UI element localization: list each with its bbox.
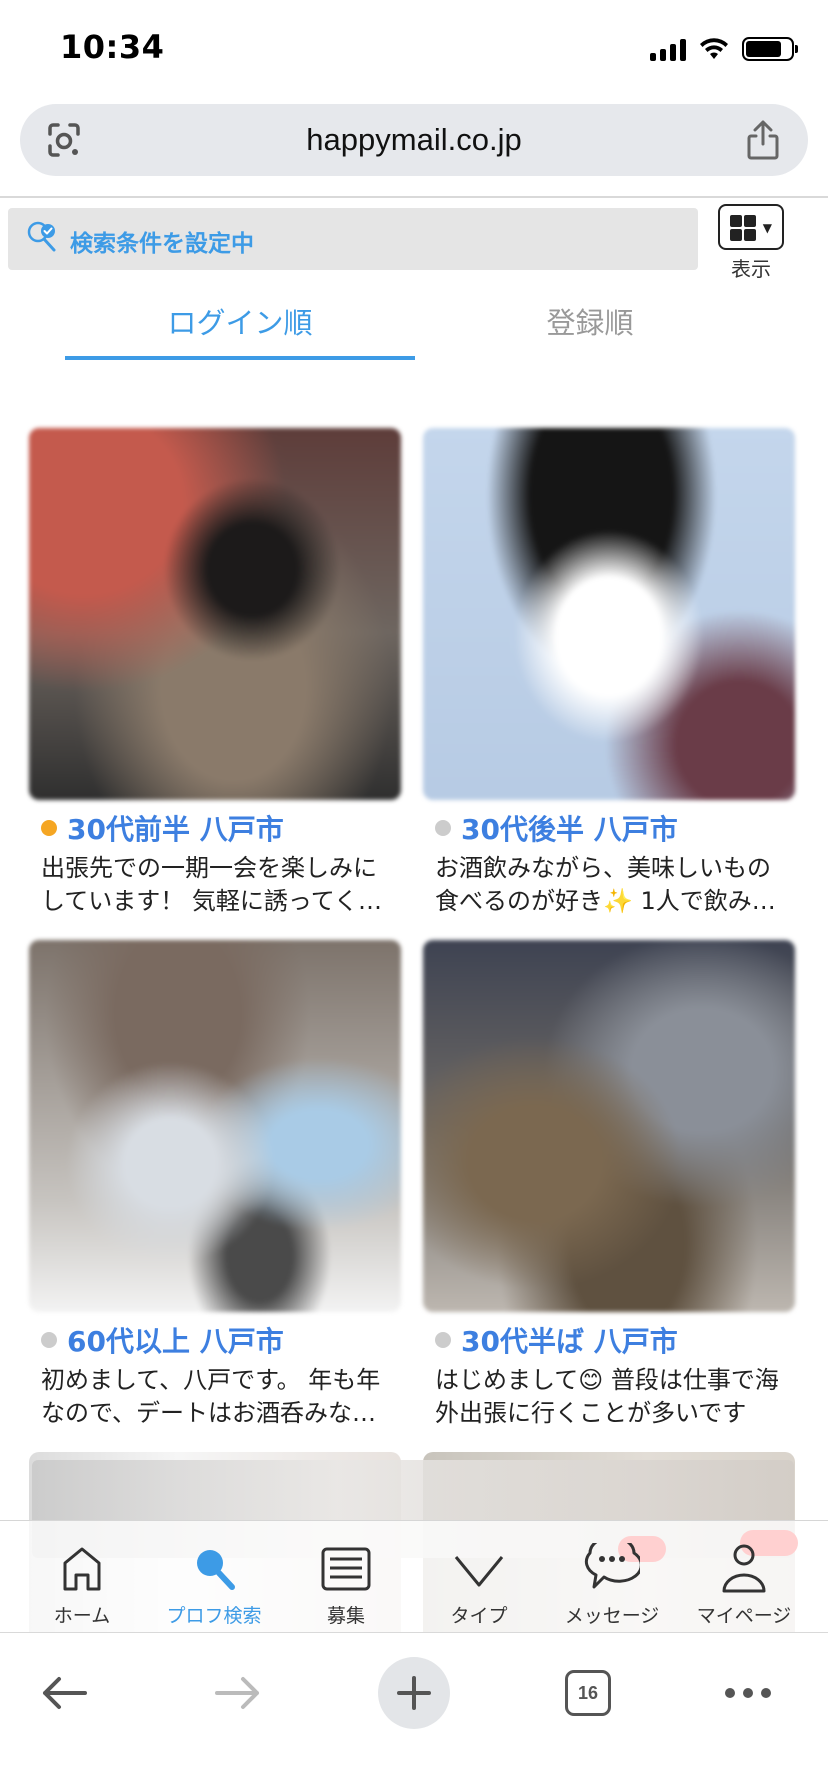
status-bar: 10:34 (0, 0, 828, 96)
profile-photo[interactable] (29, 428, 401, 800)
nav-item-home[interactable]: ホーム (16, 1521, 148, 1633)
online-status-dot (41, 820, 57, 836)
profile-photo[interactable] (423, 428, 795, 800)
battery-icon (742, 37, 798, 61)
profile-intro: はじめまして😊 普段は仕事で海外出張に行くことが多いです (435, 1366, 779, 1427)
search-settings-icon (27, 221, 56, 252)
back-arrow-icon (43, 1677, 87, 1709)
tab-register-order[interactable]: 登録順 (415, 300, 765, 342)
active-tab-indicator (65, 356, 415, 360)
board-icon (321, 1547, 371, 1591)
back-button[interactable] (24, 1655, 104, 1731)
forward-button[interactable] (198, 1655, 278, 1731)
search-icon (197, 1550, 235, 1590)
header-divider (0, 196, 828, 198)
tab-login-order[interactable]: ログイン順 (65, 300, 415, 342)
status-icons (650, 34, 798, 64)
plus-icon (397, 1676, 431, 1710)
nav-label-profile-search: プロフ検索 (166, 1605, 262, 1627)
nav-item-board[interactable]: 募集 (280, 1521, 412, 1633)
url-text[interactable]: happymail.co.jp (20, 122, 808, 158)
person-icon (722, 1544, 766, 1593)
home-icon (63, 1547, 101, 1591)
display-toggle-button[interactable]: ▼ (718, 204, 784, 250)
display-label: 表示 (731, 257, 771, 281)
profile-intro: お酒飲みながら、美味しいもの食べるのが好き✨ 1人で飲みに行くのも (435, 854, 776, 915)
more-menu-button[interactable] (708, 1655, 788, 1731)
online-status-dot (435, 820, 451, 836)
status-time: 10:34 (60, 28, 165, 66)
app-bottom-nav: ホーム プロフ検索 募集 タイプ メッセージ マイページ (0, 1520, 828, 1632)
online-status-dot (435, 1332, 451, 1348)
nav-item-profile-search[interactable]: プロフ検索 (148, 1521, 280, 1633)
nav-label-type: タイプ (450, 1605, 508, 1627)
profile-card[interactable]: 60代以上 八戸市 初めまして、八戸です。 年も年なので、デートはお酒呑みながら (29, 940, 401, 1430)
online-status-dot (41, 1332, 57, 1348)
nav-label-message: メッセージ (564, 1605, 660, 1627)
profile-age-area[interactable]: 30代後半 八戸市 (461, 808, 678, 848)
address-bar[interactable]: happymail.co.jp (20, 104, 808, 176)
new-tab-button[interactable] (374, 1655, 454, 1731)
nav-label-board: 募集 (326, 1605, 365, 1627)
profile-photo[interactable] (29, 940, 401, 1312)
tab-switcher-button[interactable]: 16 (548, 1655, 628, 1731)
search-condition-label: 検索条件を設定中 (70, 231, 254, 257)
message-icon (584, 1543, 640, 1589)
profile-age-area[interactable]: 30代半ば 八戸市 (461, 1320, 678, 1360)
share-icon[interactable] (744, 118, 782, 162)
nav-label-mypage: マイページ (696, 1605, 792, 1627)
chevron-down-icon: ▼ (762, 221, 772, 235)
profile-photo[interactable] (423, 940, 795, 1312)
search-condition-bar[interactable]: 検索条件を設定中 (8, 208, 698, 270)
more-icon (725, 1688, 771, 1698)
browser-toolbar: 16 (0, 1632, 828, 1792)
tabs-count: 16 (565, 1670, 611, 1716)
profile-card[interactable]: 30代後半 八戸市 お酒飲みながら、美味しいもの食べるのが好き✨ 1人で飲みに行… (423, 428, 795, 918)
forward-arrow-icon (215, 1677, 259, 1709)
nav-item-type[interactable]: タイプ (413, 1521, 545, 1633)
heart-icon (454, 1556, 504, 1587)
nav-item-message[interactable]: メッセージ (546, 1521, 678, 1633)
cellular-signal-icon (650, 37, 686, 61)
nav-item-mypage[interactable]: マイページ (678, 1521, 810, 1633)
profile-intro: 出張先での一期一会を楽しみにしています！ 気軽に誘ってください (41, 854, 382, 915)
grid-view-icon (730, 215, 756, 241)
wifi-icon (700, 38, 728, 59)
profile-age-area[interactable]: 30代前半 八戸市 (67, 808, 284, 848)
nav-label-home: ホーム (53, 1605, 111, 1627)
profile-card[interactable]: 30代半ば 八戸市 はじめまして😊 普段は仕事で海外出張に行くことが多いです (423, 940, 795, 1430)
profile-age-area[interactable]: 60代以上 八戸市 (67, 1320, 284, 1360)
profile-card[interactable]: 30代前半 八戸市 出張先での一期一会を楽しみにしています！ 気軽に誘ってくださ… (29, 428, 401, 918)
profile-intro: 初めまして、八戸です。 年も年なので、デートはお酒呑みながら (41, 1366, 381, 1427)
